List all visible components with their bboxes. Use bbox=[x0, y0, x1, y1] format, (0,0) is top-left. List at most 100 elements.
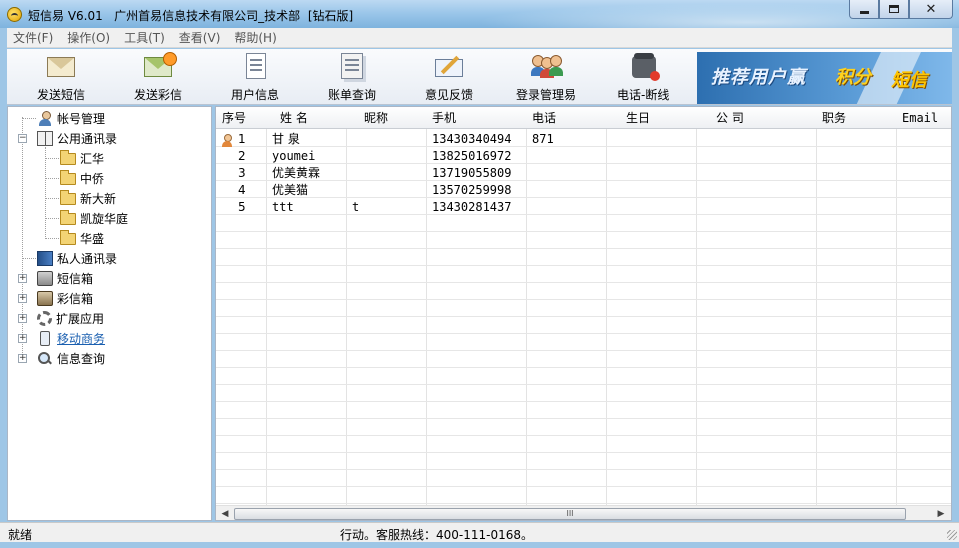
collapse-toggle-icon[interactable]: − bbox=[18, 134, 27, 143]
window-title: 短信易 V6.01 广州首易信息技术有限公司_技术部 [钻石版] bbox=[28, 9, 354, 23]
folder-icon bbox=[60, 190, 76, 205]
banner-text-2: 积分 bbox=[835, 67, 871, 88]
cell-mobile: 13825016972 bbox=[432, 149, 512, 163]
minimize-icon bbox=[859, 10, 869, 14]
tree-item-mms-box[interactable]: 彩信箱 bbox=[37, 289, 93, 307]
cell-nickname bbox=[346, 182, 426, 199]
table-row[interactable]: 3 优美黄霖 13719055809 bbox=[216, 165, 951, 182]
cell-nickname bbox=[346, 165, 426, 182]
column-header-index[interactable]: 序号 bbox=[216, 109, 266, 127]
bill-query-button[interactable]: 账单查询 bbox=[328, 51, 376, 103]
horizontal-scrollbar[interactable]: ◀ III ▶ bbox=[216, 505, 951, 520]
banner-text-3: 短信 bbox=[891, 70, 927, 91]
send-mms-label: 发送彩信 bbox=[134, 88, 183, 102]
tree-item-public-contacts[interactable]: 公用通讯录 bbox=[37, 129, 117, 147]
phone-disconnect-button[interactable]: 电话-断线 bbox=[617, 51, 669, 103]
tree-item-extensions[interactable]: 扩展应用 bbox=[37, 309, 104, 327]
phonebook-icon bbox=[37, 250, 53, 266]
feedback-label: 意见反馈 bbox=[425, 88, 474, 102]
scroll-thumb[interactable]: III bbox=[234, 508, 906, 520]
login-manager-button[interactable]: 登录管理易 bbox=[516, 51, 576, 103]
tree-item-label: 私人通讯录 bbox=[57, 251, 118, 266]
user-info-button[interactable]: 用户信息 bbox=[231, 51, 279, 103]
expand-toggle-icon[interactable]: + bbox=[18, 354, 27, 363]
menu-bar: 文件(F) 操作(O) 工具(T) 查看(V) 帮助(H) bbox=[7, 28, 952, 48]
bill-query-label: 账单查询 bbox=[328, 88, 377, 102]
table-row[interactable]: 2 youmei 13825016972 bbox=[216, 148, 951, 165]
users-group-icon bbox=[528, 51, 564, 81]
status-ready: 就绪 bbox=[8, 528, 33, 542]
minimize-button[interactable] bbox=[849, 0, 879, 19]
tree-item-group-huihua[interactable]: 汇华 bbox=[60, 149, 104, 167]
column-header-email[interactable]: Email bbox=[896, 109, 951, 127]
menu-help[interactable]: 帮助(H) bbox=[234, 29, 276, 46]
expand-toggle-icon[interactable]: + bbox=[18, 314, 27, 323]
inbox-icon bbox=[37, 270, 53, 286]
column-header-nickname[interactable]: 昵称 bbox=[358, 109, 426, 127]
window-controls: ✕ bbox=[849, 0, 953, 19]
mobile-icon bbox=[40, 330, 50, 346]
telephone-icon bbox=[625, 51, 661, 81]
send-mms-button[interactable]: 发送彩信 bbox=[134, 51, 182, 103]
cell-index: 4 bbox=[238, 183, 246, 197]
tree-item-info-query[interactable]: 信息查询 bbox=[37, 349, 105, 367]
envelope-icon bbox=[43, 51, 79, 81]
scroll-left-icon[interactable]: ◀ bbox=[218, 508, 232, 520]
phone-disconnect-label: 电话-断线 bbox=[617, 88, 670, 102]
navigation-tree: 帐号管理 − 公用通讯录 汇华 中侨 新大新 凯旋华庭 华盛 私人通讯录 + 短… bbox=[7, 106, 212, 521]
column-header-phone[interactable]: 电话 bbox=[526, 109, 606, 127]
folder-icon bbox=[60, 210, 76, 225]
table-row[interactable]: 5 ttt t 13430281437 bbox=[216, 199, 951, 216]
tree-item-label: 新大新 bbox=[80, 191, 117, 206]
cell-name: 优美猫 bbox=[272, 183, 309, 197]
tree-item-sms-box[interactable]: 短信箱 bbox=[37, 269, 93, 287]
table-row[interactable]: 1 甘 泉 13430340494 871 bbox=[216, 131, 951, 148]
tree-item-group-xindaxin[interactable]: 新大新 bbox=[60, 189, 116, 207]
gear-icon bbox=[37, 310, 52, 326]
tree-item-label: 信息查询 bbox=[57, 351, 106, 366]
tree-item-group-kaixuan[interactable]: 凯旋华庭 bbox=[60, 209, 128, 227]
tree-item-private-contacts[interactable]: 私人通讯录 bbox=[37, 249, 117, 267]
person-icon bbox=[37, 110, 53, 126]
bill-query-icon bbox=[334, 51, 370, 81]
login-manager-label: 登录管理易 bbox=[516, 88, 577, 102]
cell-phone: 871 bbox=[532, 132, 554, 146]
tree-item-mobile-commerce[interactable]: 移动商务 bbox=[37, 329, 105, 347]
cell-index: 2 bbox=[238, 149, 246, 163]
tree-item-account-management[interactable]: 帐号管理 bbox=[37, 109, 105, 127]
menu-view[interactable]: 查看(V) bbox=[179, 29, 221, 46]
menu-tools[interactable]: 工具(T) bbox=[124, 29, 165, 46]
tree-item-group-huasheng[interactable]: 华盛 bbox=[60, 229, 104, 247]
column-header-birthday[interactable]: 生日 bbox=[620, 109, 696, 127]
tree-item-group-zhongqiao[interactable]: 中侨 bbox=[60, 169, 104, 187]
column-header-mobile[interactable]: 手机 bbox=[426, 109, 526, 127]
tree-item-label: 汇华 bbox=[80, 151, 105, 166]
scroll-grip-icon: III bbox=[566, 509, 574, 518]
menu-file[interactable]: 文件(F) bbox=[13, 29, 53, 46]
close-button[interactable]: ✕ bbox=[909, 0, 953, 19]
menu-operate[interactable]: 操作(O) bbox=[67, 29, 110, 46]
table-row[interactable]: 4 优美猫 13570259998 bbox=[216, 182, 951, 199]
status-hotline: 行动。客服热线：400-111-0168。 bbox=[340, 528, 534, 542]
tree-item-label: 凯旋华庭 bbox=[80, 211, 129, 226]
expand-toggle-icon[interactable]: + bbox=[18, 294, 27, 303]
promo-banner[interactable]: 推荐用户赢 积分 短信 bbox=[697, 52, 952, 104]
expand-toggle-icon[interactable]: + bbox=[18, 334, 27, 343]
feedback-button[interactable]: 意见反馈 bbox=[425, 51, 473, 103]
column-header-name[interactable]: 姓 名 bbox=[274, 109, 346, 127]
cell-name: youmei bbox=[272, 149, 316, 163]
tree-item-label: 公用通讯录 bbox=[57, 131, 118, 146]
feedback-icon bbox=[431, 51, 467, 81]
tree-item-label: 帐号管理 bbox=[57, 111, 106, 126]
banner-text-1: 推荐用户赢 bbox=[711, 67, 806, 88]
maximize-button[interactable] bbox=[879, 0, 909, 19]
column-header-company[interactable]: 公 司 bbox=[710, 109, 816, 127]
column-header-title[interactable]: 职务 bbox=[816, 109, 896, 127]
maximize-icon bbox=[889, 5, 899, 13]
send-sms-button[interactable]: 发送短信 bbox=[37, 51, 85, 103]
scroll-right-icon[interactable]: ▶ bbox=[934, 508, 948, 520]
tree-item-label: 中侨 bbox=[80, 171, 105, 186]
cell-mobile: 13430281437 bbox=[432, 200, 512, 214]
resize-grip-icon[interactable] bbox=[947, 530, 957, 540]
expand-toggle-icon[interactable]: + bbox=[18, 274, 27, 283]
